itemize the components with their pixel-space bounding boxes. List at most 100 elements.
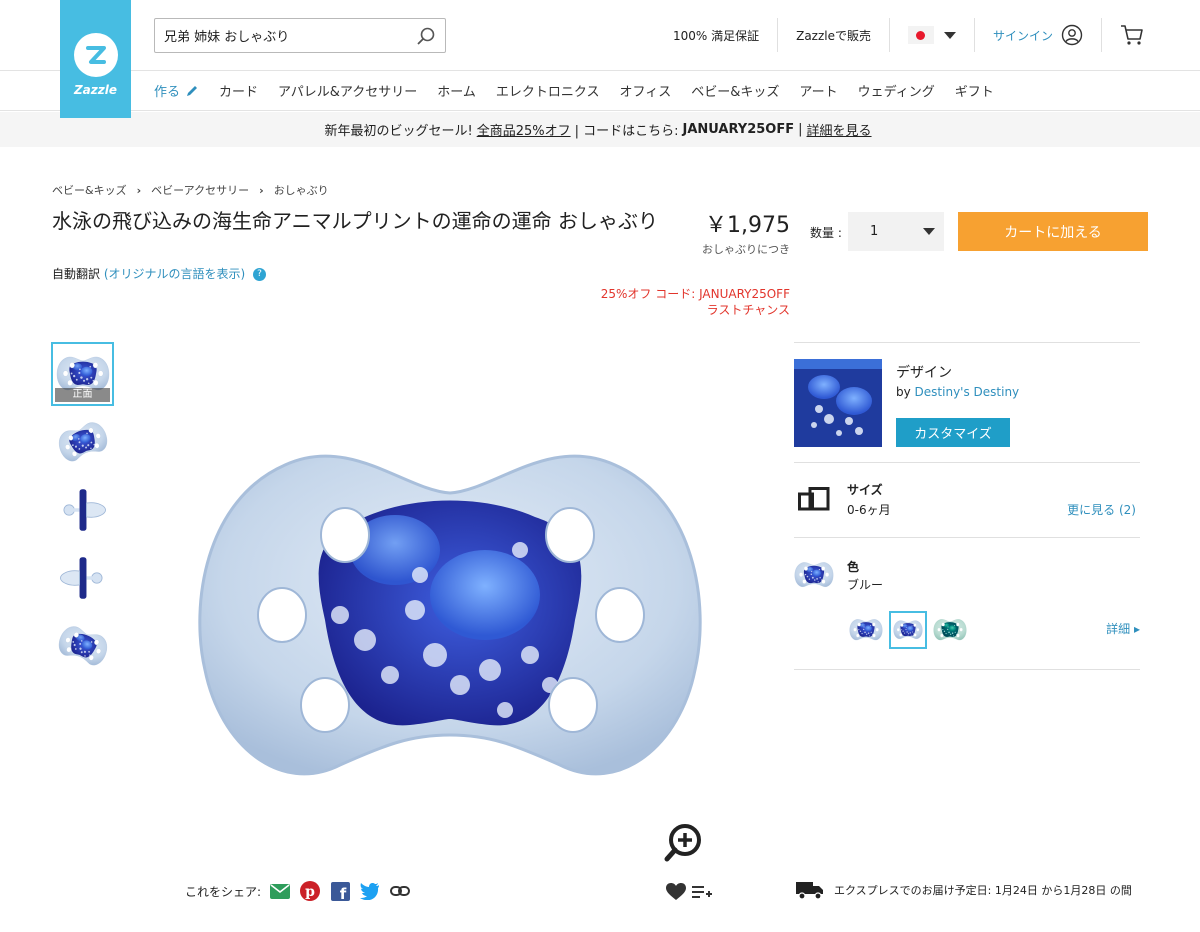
promo-banner: 新年最初のビッグセール! 全商品25%オフ | コードはこちら: JANUARY… [0,112,1200,147]
product-title: 水泳の飛び込みの海生命アニマルプリントの運命の運命 おしゃぶり [52,209,658,233]
nav-item-make[interactable]: 作る [154,81,199,100]
price-block: ￥1,975 おしゃぶりにつき [670,207,790,257]
promo-code-label: | コードはこちら: [574,124,679,139]
designer-link[interactable]: Destiny's Destiny [915,385,1020,399]
color-preview-icon [794,560,834,590]
pacifier-thumb-image [51,617,113,675]
thumbnail-front-label: 正面 [55,388,110,402]
quantity-select[interactable]: 1 [848,212,944,251]
search-icon[interactable] [407,19,445,52]
promo-code: JANUARY25OFF [682,122,795,137]
nav-item-electronics[interactable]: エレクトロニクス [496,81,600,100]
show-original-link[interactable]: (オリジナルの言語を表示) [104,267,245,281]
customize-button[interactable]: カスタマイズ [896,418,1010,447]
discount-note: 25%オフ コード: JANUARY25OFF ラストチャンス [540,286,790,318]
nav-item-gifts[interactable]: ギフト [955,81,994,100]
quantity-label: 数量 : [810,226,842,240]
by-prefix: by [896,385,911,399]
link-share-icon[interactable] [389,880,411,902]
thumbnail-list: 正面 [51,342,115,682]
breadcrumb-pacifiers[interactable]: おしゃぶり [274,182,329,198]
satisfaction-link[interactable]: 100% 満足保証 [655,18,779,52]
nav-item-art[interactable]: アート [799,81,837,100]
svg-text:f: f [339,885,346,901]
auto-translate-note: 自動翻訳 (オリジナルの言語を表示) ? [52,265,267,282]
promo-details-link[interactable]: 詳細を見る [807,120,872,139]
color-details-link[interactable]: 詳細 ▸ [1106,620,1140,637]
user-icon [1061,24,1083,46]
pinterest-share-icon[interactable]: p [299,880,321,902]
discount-code: 25%オフ コード: JANUARY25OFF [600,287,790,301]
last-chance: ラストチャンス [706,303,790,317]
size-icon [798,487,830,511]
pacifier-thumb-image [57,552,109,604]
share-bar: これをシェア: p f [185,880,411,902]
add-to-list-icon[interactable] [692,884,712,900]
chevron-down-icon [923,228,935,235]
thumbnail-angle[interactable] [51,410,114,474]
promo-lead: 新年最初のビッグセール! [324,124,473,139]
svg-text:p: p [305,884,315,900]
pencil-icon [187,85,198,96]
facebook-share-icon[interactable]: f [329,880,351,902]
size-title: サイズ [847,483,883,497]
signin-link[interactable]: サインイン [975,18,1102,52]
share-label: これをシェア: [185,884,262,899]
product-price: ￥1,975 [705,213,790,238]
color-swatch-blue[interactable] [889,611,927,649]
pacifier-thumb-image [51,413,113,471]
logo-z-icon [73,33,118,77]
promo-separator: | [798,122,803,137]
color-title: 色 [847,560,860,574]
chevron-down-icon [943,31,956,39]
add-to-cart-button[interactable]: カートに加える [958,212,1148,251]
cart-icon [1121,25,1143,45]
japan-flag-icon [907,26,934,44]
thumbnail-side-left[interactable] [51,478,114,542]
designer-line: by Destiny's Destiny [896,385,1019,399]
heart-icon[interactable] [666,883,686,901]
options-panel: デザイン by Destiny's Destiny カスタマイズ サイズ 0-6… [794,342,1140,670]
sell-link[interactable]: Zazzleで販売 [778,18,890,52]
product-main-image[interactable] [190,435,710,805]
chevron-right-icon: › [259,183,264,197]
design-image[interactable] [794,359,882,447]
size-more-link[interactable]: 更に見る (2) [1067,501,1136,518]
thumbnail-front[interactable]: 正面 [51,342,114,406]
nav-item-baby-kids[interactable]: ベビー&キッズ [691,81,779,100]
search-input[interactable] [155,28,407,43]
zoom-in-icon[interactable] [663,822,705,868]
delivery-estimate: エクスプレスでのお届け予定日: 1月24日 から1月28日 の間 [796,880,1132,900]
logo-wordmark: Zazzle [73,83,118,97]
thumbnail-back[interactable] [51,614,114,678]
quantity-value: 1 [870,224,879,239]
twitter-share-icon[interactable] [359,880,381,902]
cart-link[interactable] [1102,18,1200,52]
price-unit: おしゃぶりにつき [702,243,790,256]
breadcrumb-baby-kids[interactable]: ベビー&キッズ [52,182,127,198]
color-details-label: 詳細 [1106,622,1131,636]
auto-translate-label: 自動翻訳 [52,267,101,281]
nav-item-cards[interactable]: カード [219,81,258,100]
email-share-icon[interactable] [269,880,291,902]
nav-item-wedding[interactable]: ウェディング [858,81,935,100]
truck-icon [796,882,823,900]
pacifier-thumb-image [57,484,109,536]
zazzle-logo[interactable]: Zazzle [60,0,131,118]
promo-offer-link[interactable]: 全商品25%オフ [477,120,571,139]
thumbnail-side-right[interactable] [51,546,114,610]
nav-item-home[interactable]: ホーム [437,81,476,100]
signin-label: サインイン [992,28,1053,43]
help-icon[interactable]: ? [253,268,267,281]
nav-item-office[interactable]: オフィス [620,81,672,100]
breadcrumb-baby-accessories[interactable]: ベビーアクセサリー [151,182,249,198]
breadcrumb: ベビー&キッズ › ベビーアクセサリー › おしゃぶり [52,182,329,198]
site-header: Zazzle 100% 満足保証 Zazzleで販売 サインイン [0,0,1200,118]
color-value: ブルー [847,578,884,592]
delivery-text: エクスプレスでのお届け予定日: 1月24日 から1月28日 の間 [834,884,1132,897]
color-swatch-1[interactable] [847,611,885,649]
nav-item-apparel[interactable]: アパレル&アクセサリー [278,81,417,100]
favorite-actions [666,883,712,901]
region-selector[interactable] [890,18,975,52]
color-swatch-3[interactable] [931,611,969,649]
